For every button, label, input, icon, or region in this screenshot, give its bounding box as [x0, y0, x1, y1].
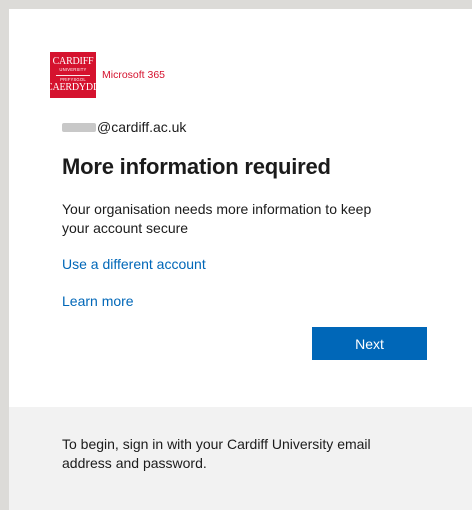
page-title: More information required: [62, 154, 331, 179]
footer-text: To begin, sign in with your Cardiff Univ…: [62, 436, 371, 471]
logo-divider: [56, 74, 90, 76]
footer-banner: To begin, sign in with your Cardiff Univ…: [9, 407, 472, 510]
logo-line-1: CARDIFF: [52, 56, 94, 68]
cardiff-university-logo: CARDIFF UNIVERSITY PRIFYSGOL CAERDYDD: [46, 52, 100, 98]
brand-header: CARDIFF UNIVERSITY PRIFYSGOL CAERDYDD Mi…: [46, 52, 166, 98]
use-different-account-link[interactable]: Use a different account: [62, 256, 206, 272]
email-domain: @cardiff.ac.uk: [97, 119, 187, 135]
learn-more-link[interactable]: Learn more: [62, 293, 134, 309]
page-description: Your organisation needs more information…: [62, 201, 372, 236]
window-frame-top: [0, 0, 472, 9]
signed-in-identity: @cardiff.ac.uk: [62, 119, 186, 135]
logo-line-2: UNIVERSITY: [59, 67, 87, 73]
next-button[interactable]: Next: [312, 327, 427, 360]
product-label: Microsoft 365: [102, 69, 166, 81]
redacted-username: [62, 122, 96, 132]
window-frame-left: [0, 0, 9, 510]
logo-line-4: CAERDYDD: [46, 81, 100, 93]
